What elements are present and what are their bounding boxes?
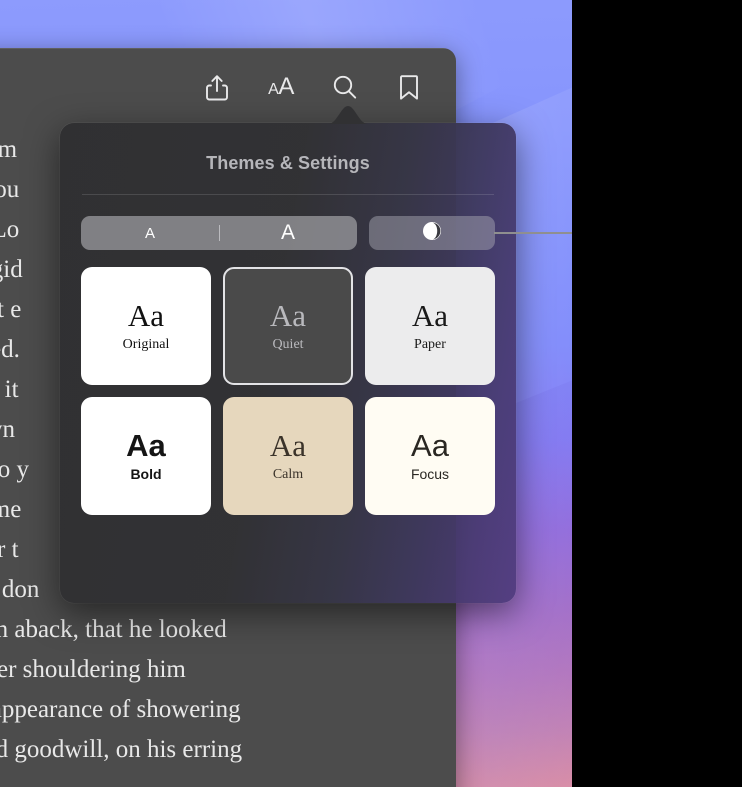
text-size-icon[interactable]: AA [264,70,298,104]
increase-font-size-button[interactable]: A [219,216,357,250]
reader-line: n appearance of showering [0,696,241,723]
popover-arrow [328,105,368,124]
font-size-segmented-control: A A [81,216,357,250]
theme-name: Quiet [272,337,304,353]
share-icon[interactable] [200,70,234,104]
theme-card-calm[interactable]: Aa Calm [223,397,353,515]
appearance-toggle-button[interactable] [369,216,495,250]
font-size-row: A A [81,216,495,250]
search-icon[interactable] [328,70,362,104]
segment-divider [219,225,220,241]
reader-line: and goodwill, on his erring [0,736,243,763]
theme-name: Focus [410,466,450,483]
theme-card-paper[interactable]: Aa Paper [365,267,495,385]
theme-grid: Aa Original Aa Quiet Aa Paper Aa Bold Aa [81,267,495,515]
themes-settings-popover: Themes & Settings A A Aa Original Aa Qui… [60,106,516,603]
theme-name: Original [122,337,170,353]
theme-sample-text: Aa [127,297,165,333]
theme-sample-text: Aa [269,297,307,333]
theme-name: Bold [130,466,162,483]
theme-card-quiet[interactable]: Aa Quiet [223,267,353,385]
reader-line: ken aback, that he looked [0,616,227,643]
letterbox-area [572,0,742,787]
text-size-big-a: A [278,73,294,100]
theme-sample-text: Aa [269,427,307,463]
divider [82,194,494,195]
text-size-glyph: AA [268,75,294,99]
screen: AA I am shou r. Lo d gid not e ated. [0,0,742,787]
theme-sample-text: Aa [411,427,449,463]
popover-content: Themes & Settings A A Aa Original Aa Qui… [60,123,516,603]
theme-name: Calm [272,467,304,483]
theme-card-original[interactable]: Aa Original [81,267,211,385]
theme-card-bold[interactable]: Aa Bold [81,397,211,515]
theme-sample-text: Aa [126,427,166,463]
theme-name: Paper [414,337,446,353]
theme-card-focus[interactable]: Aa Focus [365,397,495,515]
theme-sample-text: Aa [411,297,449,333]
reader-line: yver shouldering him [0,656,186,683]
bookmark-icon[interactable] [392,70,426,104]
reader-toolbar: AA [0,48,456,126]
decrease-font-size-button[interactable]: A [81,216,219,250]
text-size-small-a: A [268,81,279,98]
appearance-contrast-icon [421,220,443,247]
popover-title: Themes & Settings [206,153,370,173]
